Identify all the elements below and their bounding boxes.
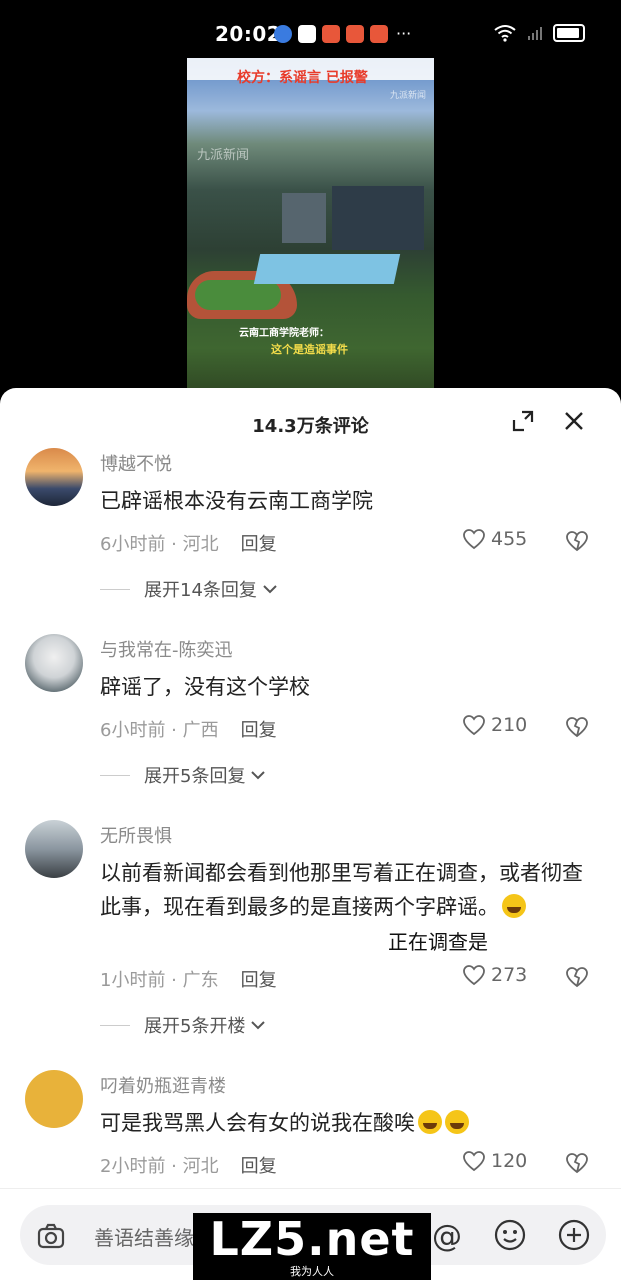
- fullscreen-icon[interactable]: [512, 410, 534, 432]
- comment-location: 河北: [182, 1156, 219, 1177]
- expand-replies-label: 展开14条回复: [144, 580, 257, 601]
- expand-replies-label: 展开5条回复: [144, 766, 246, 787]
- comment-sheet: 14.3万条评论 博越不悦 已辟谣根本没有云南工商学院 6小时前 · 河北 回复 …: [0, 388, 621, 1281]
- upload-icon: [298, 24, 316, 43]
- comment-meta: 6小时前 · 广西 回复: [100, 720, 277, 741]
- reply-button[interactable]: 回复: [241, 970, 277, 991]
- comment-meta: 6小时前 · 河北 回复: [100, 534, 277, 555]
- signal-icon: [528, 27, 542, 40]
- overlay-sticker-text: 正在调查是: [388, 930, 488, 954]
- video-caption: 校方：系谣言 已报警: [237, 70, 368, 86]
- watermark-sub-text: 我为人人: [290, 1265, 334, 1278]
- comment-username[interactable]: 叼着奶瓶逛青楼: [100, 1072, 226, 1098]
- laughing-crying-emoji-icon: [418, 1110, 442, 1134]
- mention-icon[interactable]: @: [432, 1219, 462, 1254]
- building: [282, 193, 326, 243]
- more-notifications-icon: ···: [396, 24, 412, 43]
- status-notification-icons: ···: [274, 24, 411, 43]
- wifi-icon: [494, 25, 516, 42]
- status-time: 20:02: [215, 22, 282, 46]
- avatar[interactable]: [25, 634, 83, 692]
- dislike-icon[interactable]: [565, 965, 589, 989]
- heart-icon: [463, 529, 485, 550]
- like-count: 210: [491, 714, 528, 736]
- expand-replies-button[interactable]: 展开5条回复: [100, 762, 267, 788]
- like-button[interactable]: 273: [462, 964, 527, 986]
- expand-replies-button[interactable]: 展开14条回复: [100, 576, 279, 602]
- video-thumbnail[interactable]: 校方：系谣言 已报警 九派新闻 九派新闻 云南工商学院老师： 这个是造谣事件: [187, 58, 434, 388]
- sports-field: [195, 280, 281, 310]
- expand-replies-label: 展开5条开楼: [144, 1016, 246, 1037]
- battery-icon: [553, 24, 585, 42]
- chevron-down-icon: [251, 1021, 266, 1030]
- video-watermark: 九派新闻: [197, 148, 250, 163]
- close-icon[interactable]: [563, 410, 585, 432]
- app-notification-icon: [322, 24, 340, 43]
- app-notification-icon: [346, 24, 364, 43]
- video-subtitle: 云南工商学院老师：: [239, 328, 329, 339]
- comment-location: 广西: [182, 720, 219, 741]
- comment-text: 可是我骂黑人会有女的说我在酸唉: [100, 1106, 590, 1140]
- avatar[interactable]: [25, 448, 83, 506]
- dislike-icon[interactable]: [565, 1151, 589, 1175]
- video-corner-tag: 九派新闻: [389, 91, 426, 101]
- laughing-crying-emoji-icon: [445, 1110, 469, 1134]
- building: [332, 186, 424, 250]
- comment-text-content: 可是我骂黑人会有女的说我在酸唉: [100, 1111, 415, 1135]
- like-count: 120: [491, 1150, 528, 1172]
- chevron-down-icon: [263, 585, 277, 594]
- comment-input-placeholder: 善语结善缘: [94, 1226, 194, 1250]
- comment-username[interactable]: 博越不悦: [100, 450, 172, 476]
- divider: [100, 588, 130, 590]
- watermark-main-text: LZ5.net: [209, 1212, 415, 1266]
- chevron-down-icon: [251, 771, 266, 780]
- like-count: 455: [491, 528, 528, 550]
- heart-icon: [463, 1151, 485, 1172]
- avatar[interactable]: [25, 820, 83, 878]
- comment-meta: 1小时前 · 广东 回复: [100, 970, 277, 991]
- emoji-icon[interactable]: [493, 1218, 527, 1252]
- reply-button[interactable]: 回复: [241, 1156, 277, 1177]
- avatar[interactable]: [25, 1070, 83, 1128]
- heart-icon: [463, 965, 485, 986]
- roof-structure: [253, 254, 401, 284]
- divider: [100, 1024, 130, 1026]
- video-subtitle-highlight: 这个是造谣事件: [271, 343, 348, 356]
- like-count: 273: [491, 964, 528, 986]
- comment-text: 辟谣了，没有这个学校: [100, 675, 310, 699]
- comment-username[interactable]: 与我常在-陈奕迅: [100, 636, 233, 662]
- app-notification-icon: [370, 24, 388, 43]
- comment-meta: 2小时前 · 河北 回复: [100, 1156, 277, 1177]
- comment-text: 以前看新闻都会看到他那里写着正在调查，或者彻查此事，现在看到最多的是直接两个字辟…: [100, 856, 590, 924]
- comment-time: 6小时前: [100, 534, 166, 555]
- reply-button[interactable]: 回复: [241, 534, 277, 555]
- dislike-icon[interactable]: [565, 529, 589, 553]
- comment-time: 2小时前: [100, 1156, 166, 1177]
- comment-time: 1小时前: [100, 970, 166, 991]
- expand-replies-button[interactable]: 展开5条开楼: [100, 1012, 267, 1038]
- comment-time: 6小时前: [100, 720, 166, 741]
- comment-location: 河北: [182, 534, 219, 555]
- add-icon[interactable]: [557, 1218, 591, 1252]
- app-notification-icon: [274, 24, 292, 43]
- like-button[interactable]: 120: [462, 1150, 527, 1172]
- like-button[interactable]: 210: [462, 714, 527, 736]
- laughing-crying-emoji-icon: [502, 894, 526, 918]
- comment-location: 广东: [182, 970, 219, 991]
- camera-icon[interactable]: [36, 1221, 66, 1251]
- dislike-icon[interactable]: [565, 715, 589, 739]
- heart-icon: [463, 715, 485, 736]
- comment-username[interactable]: 无所畏惧: [100, 822, 172, 848]
- site-watermark-logo: LZ5.net 我为人人: [193, 1213, 431, 1280]
- like-button[interactable]: 455: [462, 528, 527, 550]
- divider: [100, 774, 130, 776]
- comment-text: 已辟谣根本没有云南工商学院: [100, 489, 373, 513]
- reply-button[interactable]: 回复: [241, 720, 277, 741]
